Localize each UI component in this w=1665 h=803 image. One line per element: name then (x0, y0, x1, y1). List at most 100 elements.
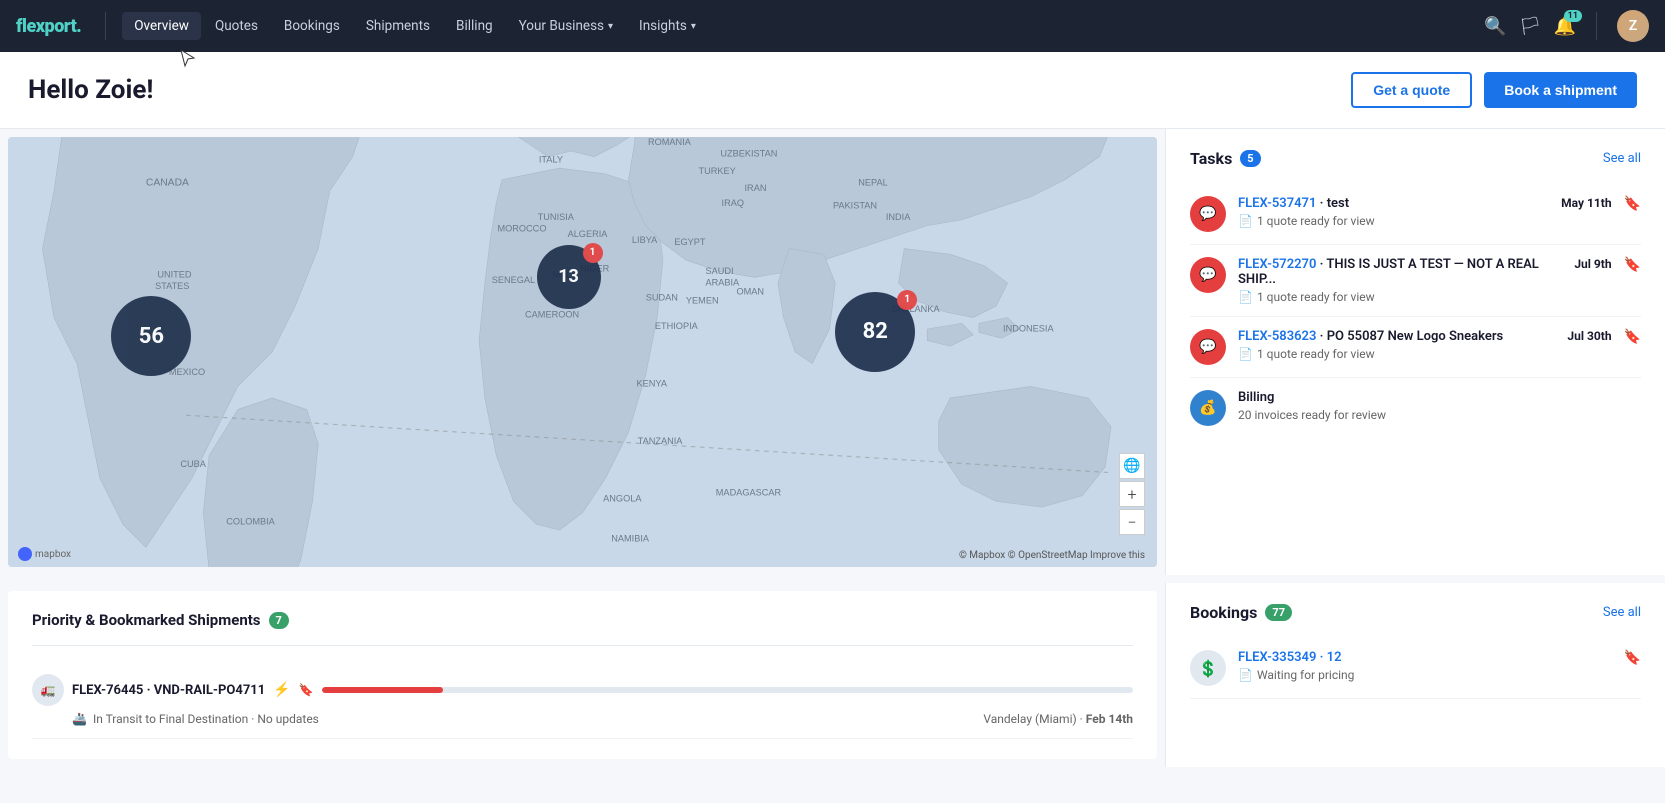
task-item: 💬 FLEX-537471 · test 📄 1 quote ready for… (1190, 184, 1641, 245)
svg-text:INDONESIA: INDONESIA (1003, 323, 1054, 333)
mapbox-logo: mapbox (18, 547, 71, 561)
nav-right: 🔍 🏳 🔔 11 Z (1484, 10, 1649, 42)
shipment-meta: In Transit to Final Destination · No upd… (93, 712, 1133, 726)
bookings-count-badge: 77 (1265, 604, 1292, 621)
svg-text:ANGOLA: ANGOLA (603, 493, 642, 503)
shipment-row: 🚛 FLEX-76445 · VND-RAIL-PO4711 ⚡ 🔖 (32, 674, 1133, 706)
doc-icon: 📄 (1238, 347, 1253, 361)
task-content: FLEX-537471 · test 📄 1 quote ready for v… (1238, 196, 1549, 228)
tasks-see-all[interactable]: See all (1603, 151, 1641, 166)
svg-text:SUDAN: SUDAN (646, 292, 678, 302)
bookmark-icon[interactable]: 🔖 (299, 683, 314, 697)
task-date: Jul 9th (1574, 257, 1611, 271)
nav-quotes[interactable]: Quotes (203, 12, 270, 40)
billing-subtitle: 20 invoices ready for review (1238, 408, 1641, 422)
task-flex-id[interactable]: FLEX-537471 (1238, 196, 1316, 211)
svg-text:NEPAL: NEPAL (858, 177, 887, 187)
bookmark-icon[interactable]: 🔖 (1624, 650, 1641, 666)
priority-icon: ⚡ (273, 682, 290, 698)
svg-text:CUBA: CUBA (180, 459, 206, 469)
left-column: CANADA UNITED STATES MEXICO CUBA COLOMBI… (0, 129, 1165, 575)
task-item: 💬 FLEX-583623 · PO 55087 New Logo Sneake… (1190, 317, 1641, 378)
task-title: FLEX-537471 · test (1238, 196, 1549, 211)
svg-text:ALGERIA: ALGERIA (568, 229, 609, 239)
task-message-icon: 💬 (1190, 257, 1226, 293)
zoom-in-button[interactable]: + (1119, 481, 1145, 507)
chevron-down-icon: ▾ (691, 21, 696, 32)
shipments-header: Priority & Bookmarked Shipments 7 (32, 611, 1133, 646)
task-title: FLEX-583623 · PO 55087 New Logo Sneakers (1238, 329, 1555, 344)
shipment-item: 🚛 FLEX-76445 · VND-RAIL-PO4711 ⚡ 🔖 🚢 In … (32, 662, 1133, 739)
svg-text:KENYA: KENYA (637, 378, 668, 388)
tasks-count-badge: 5 (1240, 150, 1260, 167)
svg-text:ROMANIA: ROMANIA (648, 137, 692, 147)
task-subtitle: 📄 1 quote ready for view (1238, 290, 1562, 304)
bookmark-icon[interactable]: 🔖 (1624, 329, 1641, 345)
doc-icon: 📄 (1238, 290, 1253, 304)
tasks-title: Tasks 5 (1190, 149, 1261, 168)
cluster-bubble-13[interactable]: 13 1 (537, 245, 601, 309)
svg-text:UZBEKISTAN: UZBEKISTAN (720, 149, 777, 159)
svg-text:UNITED: UNITED (157, 269, 192, 279)
mapbox-logo-text: mapbox (35, 549, 71, 560)
cluster-bubble-82[interactable]: 82 1 (835, 292, 915, 372)
svg-text:ARABIA: ARABIA (705, 277, 740, 287)
booking-item: 💲 FLEX-335349 · 12 📄 Waiting for pricing… (1190, 638, 1641, 699)
task-flex-id[interactable]: FLEX-572270 (1238, 257, 1316, 272)
booking-content: FLEX-335349 · 12 📄 Waiting for pricing (1238, 650, 1612, 682)
shipment-id[interactable]: FLEX-76445 · VND-RAIL-PO4711 (72, 683, 265, 698)
nav-bookings[interactable]: Bookings (272, 12, 352, 40)
nav-insights[interactable]: Insights ▾ (627, 12, 708, 40)
task-item-billing: 💰 Billing 20 invoices ready for review (1190, 378, 1641, 438)
svg-text:TANZANIA: TANZANIA (638, 436, 684, 446)
shipments-panel: Priority & Bookmarked Shipments 7 🚛 FLEX… (8, 591, 1157, 759)
alert-badge-13: 1 (583, 243, 603, 263)
map-container: CANADA UNITED STATES MEXICO CUBA COLOMBI… (8, 137, 1157, 567)
zoom-out-button[interactable]: − (1119, 509, 1145, 535)
svg-text:ETHIOPIA: ETHIOPIA (655, 321, 699, 331)
task-content: FLEX-583623 · PO 55087 New Logo Sneakers… (1238, 329, 1555, 361)
page-header: Hello Zoie! Get a quote Book a shipment (0, 52, 1665, 129)
alert-badge-82: 1 (897, 290, 917, 310)
billing-title: Billing (1238, 390, 1641, 405)
map-footer: © Mapbox © OpenStreetMap Improve this (959, 550, 1145, 561)
main-content: CANADA UNITED STATES MEXICO CUBA COLOMBI… (0, 129, 1665, 767)
svg-text:ITALY: ITALY (539, 154, 563, 164)
bookmark-filled-icon[interactable]: 🔖 (1624, 257, 1641, 273)
nav-divider-2 (1596, 12, 1597, 40)
cluster-bubble-56[interactable]: 56 (111, 296, 191, 376)
right-column: Tasks 5 See all 💬 FLEX-537471 · test (1165, 129, 1665, 575)
booking-icon: 💲 (1190, 650, 1226, 686)
shipment-status-row: 🚢 In Transit to Final Destination · No u… (32, 712, 1133, 726)
svg-text:SENEGAL: SENEGAL (492, 275, 535, 285)
get-quote-button[interactable]: Get a quote (1351, 72, 1472, 108)
nav-billing[interactable]: Billing (444, 12, 505, 40)
notification-badge: 11 (1564, 10, 1582, 22)
booking-title[interactable]: FLEX-335349 · 12 (1238, 650, 1612, 665)
logo[interactable]: flexport. (16, 16, 81, 37)
book-shipment-button[interactable]: Book a shipment (1484, 72, 1637, 108)
svg-text:MOROCCO: MOROCCO (497, 223, 546, 233)
notifications-icon[interactable]: 🔔 11 (1554, 16, 1576, 37)
two-column-layout: CANADA UNITED STATES MEXICO CUBA COLOMBI… (0, 129, 1665, 575)
doc-icon: 📄 (1238, 668, 1253, 682)
svg-text:STATES: STATES (155, 281, 189, 291)
task-subtitle: 📄 1 quote ready for view (1238, 214, 1549, 228)
bookings-see-all[interactable]: See all (1603, 605, 1641, 620)
nav-your-business[interactable]: Your Business ▾ (507, 12, 625, 40)
nav-shipments[interactable]: Shipments (354, 12, 442, 40)
task-flex-id[interactable]: FLEX-583623 (1238, 329, 1316, 344)
search-icon[interactable]: 🔍 (1484, 16, 1506, 37)
flag-icon[interactable]: 🏳 (1519, 16, 1542, 37)
svg-text:COLOMBIA: COLOMBIA (226, 516, 275, 526)
map-globe-button[interactable]: 🌐 (1119, 453, 1145, 479)
nav-links: Overview Quotes Bookings Shipments Billi… (122, 12, 1476, 40)
avatar[interactable]: Z (1617, 10, 1649, 42)
svg-text:EGYPT: EGYPT (674, 237, 706, 247)
bookmark-icon[interactable]: 🔖 (1624, 196, 1641, 212)
nav-overview[interactable]: Overview (122, 12, 201, 40)
svg-text:OMAN: OMAN (736, 287, 764, 297)
doc-icon: 📄 (1238, 214, 1253, 228)
task-subtitle: 📄 1 quote ready for view (1238, 347, 1555, 361)
svg-text:IRAN: IRAN (745, 183, 767, 193)
